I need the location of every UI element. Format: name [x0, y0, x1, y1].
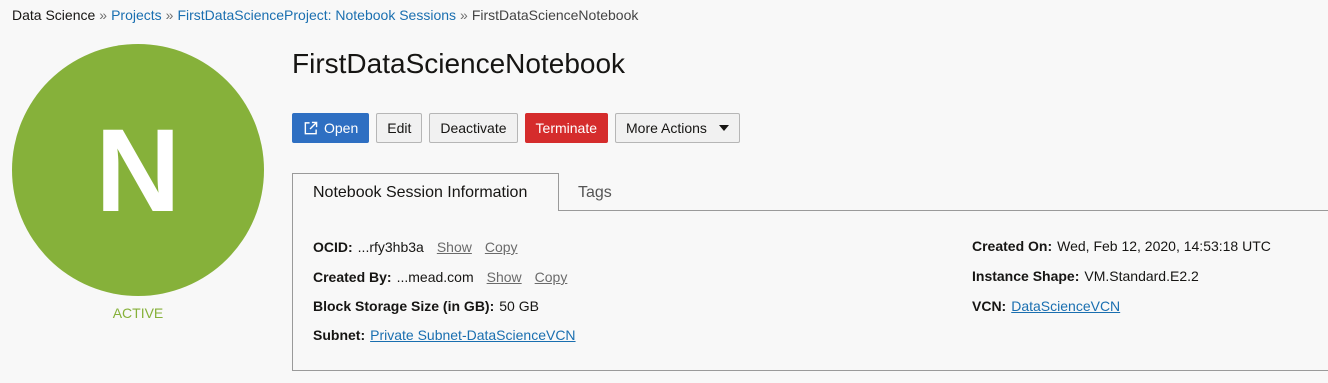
block-storage-row: Block Storage Size (in GB): 50 GB — [313, 298, 539, 314]
status-badge: ACTIVE — [112, 305, 164, 321]
breadcrumb-projects-link[interactable]: Projects — [111, 7, 162, 23]
instance-shape-label: Instance Shape: — [972, 268, 1080, 284]
subnet-label: Subnet: — [313, 327, 366, 343]
terminate-button[interactable]: Terminate — [524, 113, 608, 143]
breadcrumb: Data Science» Projects» FirstDataSciencePr… — [12, 7, 638, 23]
created-by-value: ...mead.com — [396, 269, 474, 285]
tab-tags[interactable]: Tags — [578, 173, 612, 212]
block-storage-label: Block Storage Size (in GB): — [313, 298, 495, 314]
deactivate-button[interactable]: Deactivate — [429, 113, 518, 143]
open-button[interactable]: Open — [292, 113, 370, 143]
avatar: N — [12, 44, 264, 296]
created-on-row: Created On: Wed, Feb 12, 2020, 14:53:18 … — [972, 238, 1271, 254]
breadcrumb-root: Data Science — [12, 7, 96, 23]
avatar-letter: N — [95, 105, 181, 237]
action-toolbar: Open Edit Deactivate Terminate More Acti… — [292, 113, 740, 143]
external-link-icon — [303, 121, 318, 136]
tab-notebook-session-information[interactable]: Notebook Session Information — [292, 173, 559, 212]
caret-down-icon — [718, 125, 729, 131]
more-actions-button[interactable]: More Actions — [615, 113, 740, 143]
edit-button-label: Edit — [387, 120, 412, 136]
subnet-link[interactable]: Private Subnet-DataScienceVCN — [370, 327, 575, 343]
vcn-row: VCN: DataScienceVCN — [972, 298, 1120, 314]
more-actions-label: More Actions — [626, 120, 707, 136]
ocid-show-link[interactable]: Show — [437, 239, 472, 255]
vcn-link[interactable]: DataScienceVCN — [1011, 298, 1120, 314]
tab-bar: Notebook Session Information Tags — [292, 173, 1328, 212]
instance-shape-row: Instance Shape: VM.Standard.E2.2 — [972, 268, 1199, 284]
vcn-label: VCN: — [972, 298, 1007, 314]
created-on-label: Created On: — [972, 238, 1053, 254]
instance-shape-value: VM.Standard.E2.2 — [1084, 268, 1199, 284]
ocid-copy-link[interactable]: Copy — [485, 239, 518, 255]
breadcrumb-current: FirstDataScienceNotebook — [471, 7, 639, 23]
deactivate-button-label: Deactivate — [440, 120, 507, 136]
created-by-show-link[interactable]: Show — [487, 269, 522, 285]
breadcrumb-separator: » — [460, 7, 468, 23]
terminate-button-label: Terminate — [535, 120, 597, 136]
open-button-label: Open — [324, 120, 359, 136]
ocid-value: ...rfy3hb3a — [357, 239, 424, 255]
block-storage-value: 50 GB — [499, 298, 539, 314]
breadcrumb-sessions-link[interactable]: FirstDataScienceProject: Notebook Sessio… — [177, 7, 456, 23]
ocid-label: OCID: — [313, 239, 353, 255]
ocid-row: OCID: ...rfy3hb3a Show Copy — [313, 239, 518, 255]
breadcrumb-separator: » — [99, 7, 108, 23]
info-panel: OCID: ...rfy3hb3a Show Copy Created By: … — [292, 211, 1328, 371]
breadcrumb-separator: » — [165, 7, 174, 23]
page-title: FirstDataScienceNotebook — [292, 48, 626, 79]
subnet-row: Subnet: Private Subnet-DataScienceVCN — [313, 327, 576, 343]
created-by-copy-link[interactable]: Copy — [535, 269, 568, 285]
created-on-value: Wed, Feb 12, 2020, 14:53:18 UTC — [1057, 238, 1271, 254]
created-by-label: Created By: — [313, 269, 392, 285]
edit-button[interactable]: Edit — [376, 113, 423, 143]
created-by-row: Created By: ...mead.com Show Copy — [313, 269, 567, 285]
